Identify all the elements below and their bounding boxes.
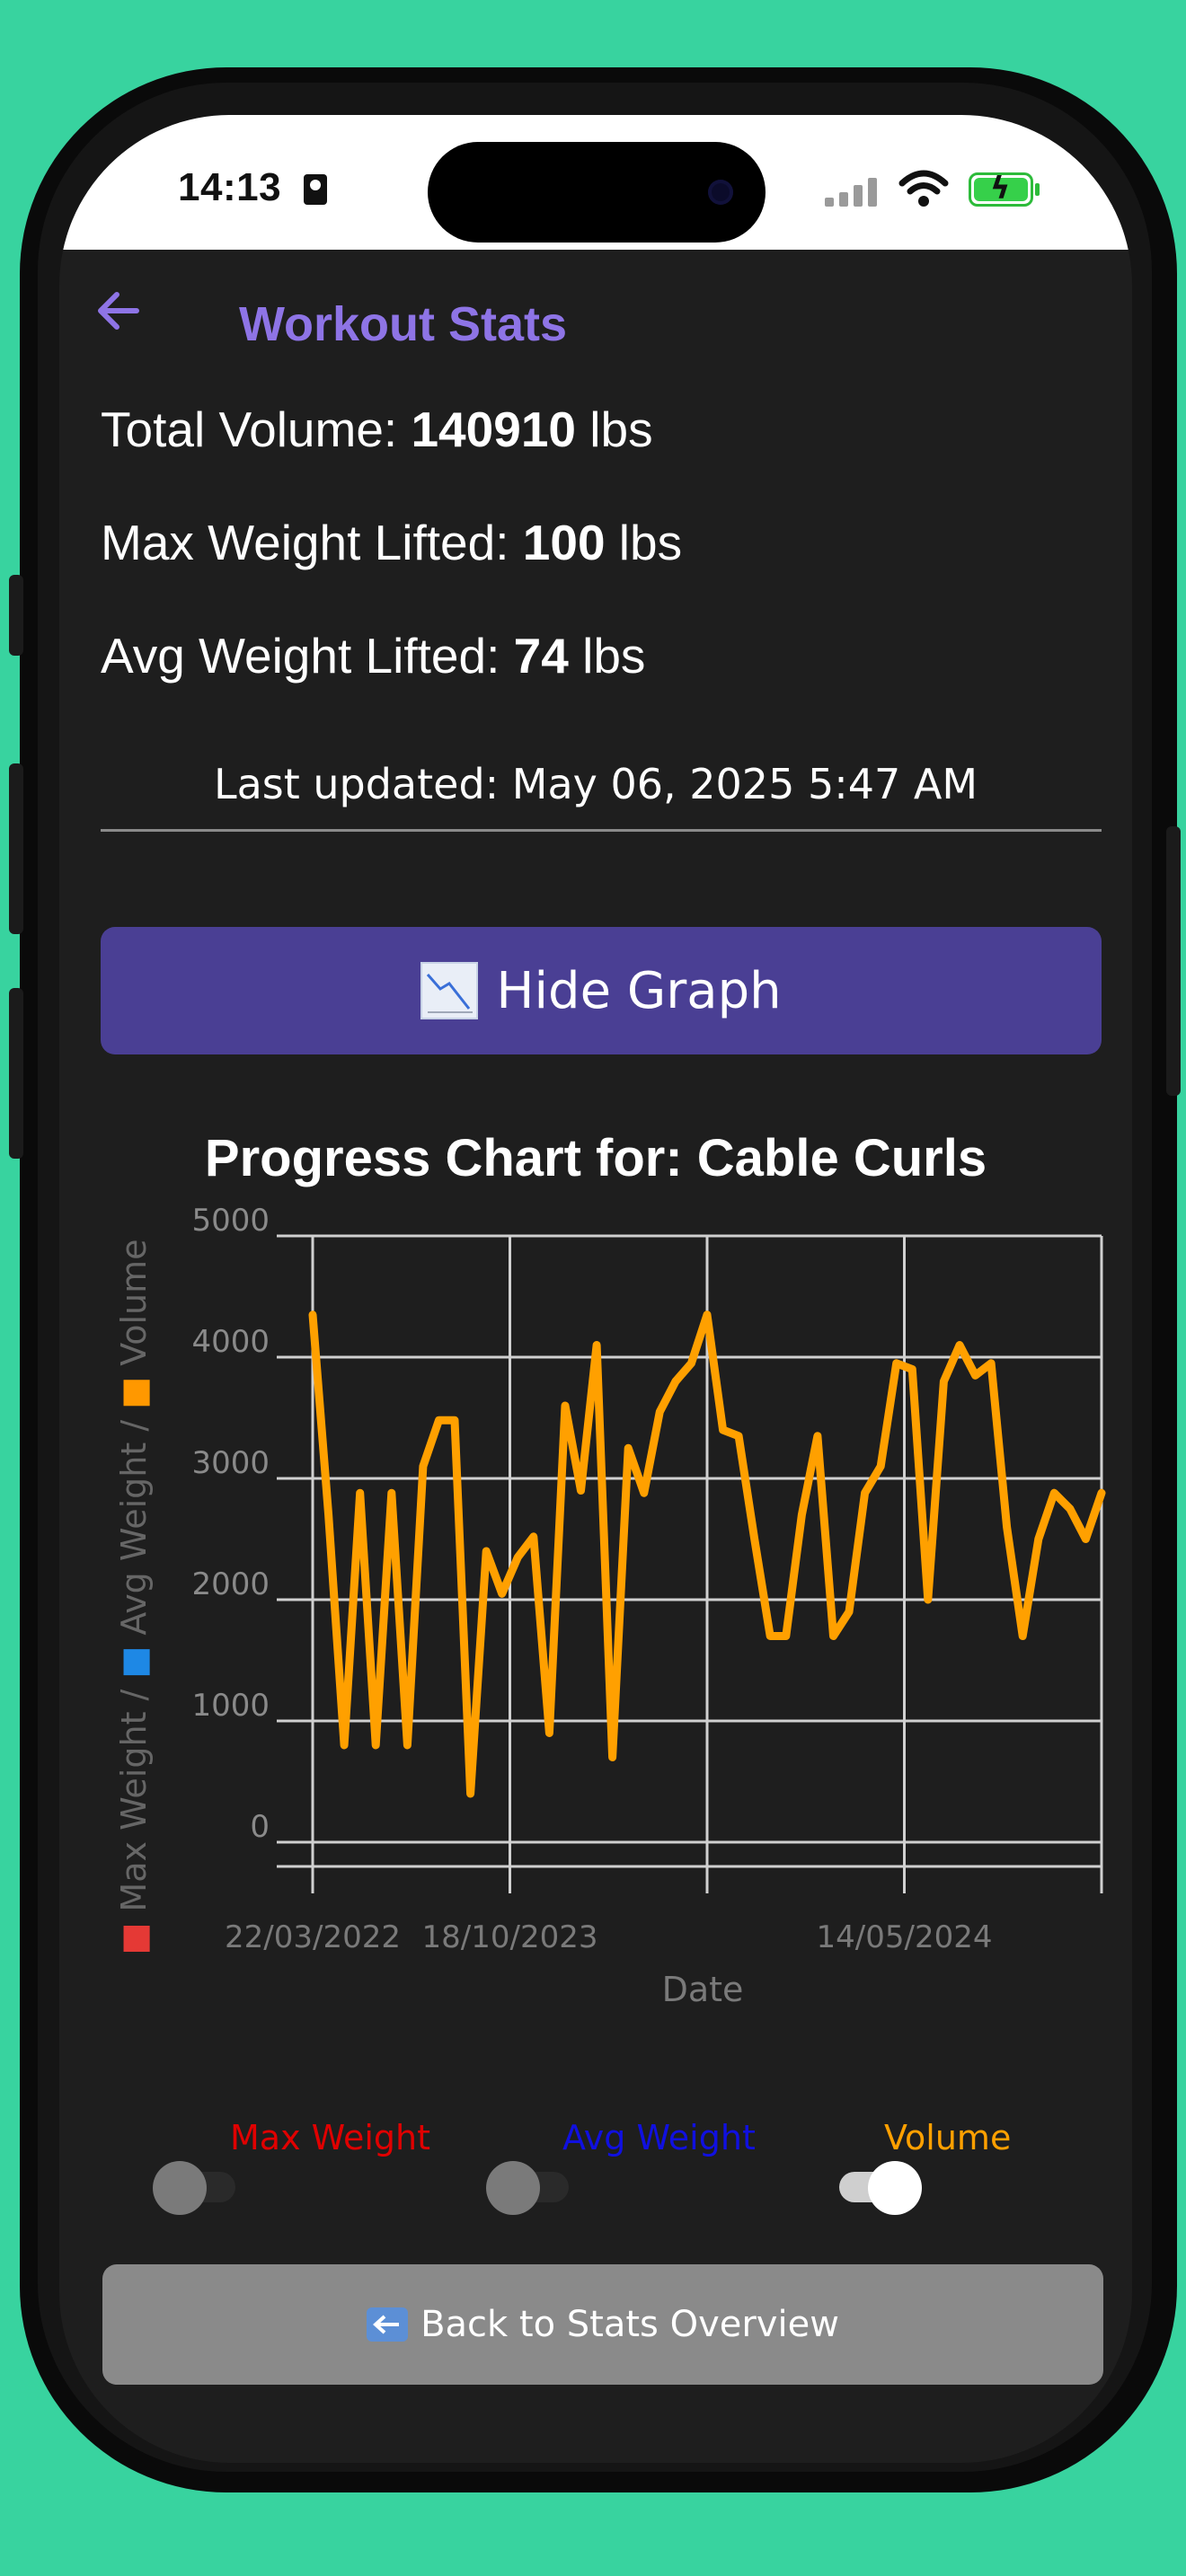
x-tick-label: 18/10/2023: [422, 1919, 598, 1955]
volume-toggle-label: Volume: [884, 2118, 1012, 2157]
volume-down-button: [9, 988, 23, 1159]
max-weight-toggle-label: Max Weight: [230, 2118, 431, 2157]
y-tick-label: 1000: [191, 1688, 270, 1724]
y-tick-label: 4000: [191, 1324, 270, 1360]
silent-switch: [9, 575, 23, 656]
y-axis-label-part: Max Weight /: [114, 1679, 154, 1912]
legend-swatch: ■: [114, 1636, 154, 1679]
back-button-label: Back to Stats Overview: [420, 2304, 839, 2345]
x-axis-label: Date: [662, 1970, 744, 2009]
y-tick-label: 2000: [191, 1566, 270, 1602]
back-arrow-icon: [367, 2307, 409, 2342]
progress-chart: 0 1000 2000 3000 4000 5000 22/03/2022 18/10/202…: [114, 1203, 1106, 2009]
x-tick-label: 14/05/2024: [817, 1919, 993, 1955]
toggle-volume[interactable]: [832, 2159, 922, 2215]
legend-swatch: ■: [114, 1912, 154, 1955]
volume-up-button: [9, 763, 23, 934]
y-axis-label: ■ Max Weight / ■ Avg Weight / ■ Volume: [114, 1239, 154, 1954]
y-tick-label: 3000: [191, 1445, 270, 1481]
y-axis-label-part: Volume: [114, 1239, 154, 1365]
app-screen: 14:13 ϟ Workout Stats Total Volume: 1409…: [59, 115, 1132, 2463]
back-to-stats-overview-button[interactable]: Back to Stats Overview: [102, 2264, 1103, 2385]
y-tick-label: 0: [250, 1809, 270, 1845]
legend-swatch: ■: [114, 1366, 154, 1409]
y-tick-label: 5000: [191, 1203, 270, 1239]
power-button: [1166, 826, 1181, 1096]
x-tick-label: 22/03/2022: [225, 1919, 401, 1955]
toggle-avg-weight[interactable]: [486, 2159, 576, 2215]
toggle-max-weight[interactable]: [153, 2159, 243, 2215]
avg-weight-toggle-label: Avg Weight: [562, 2118, 756, 2157]
y-axis-label-part: Avg Weight /: [114, 1409, 154, 1636]
